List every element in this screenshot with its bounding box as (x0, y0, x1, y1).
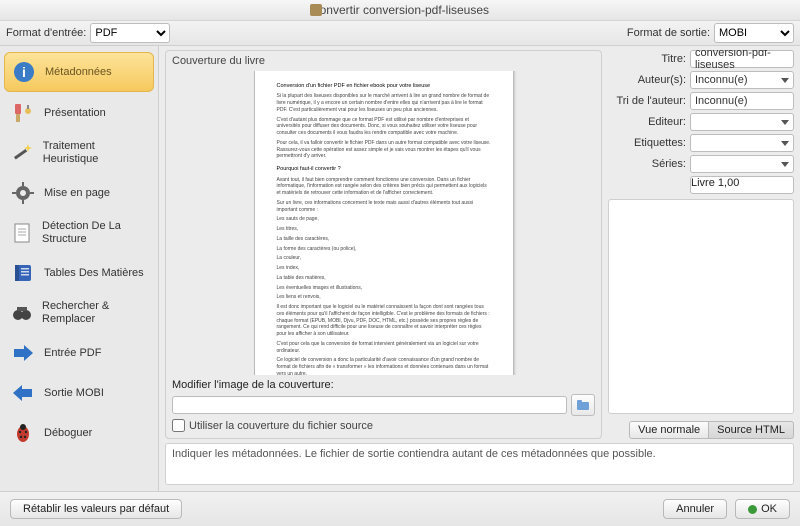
sidebar-item-mise-en-page[interactable]: Mise en page (4, 174, 154, 212)
gear-icon (10, 180, 36, 206)
sidebar-item-label: Rechercher & Remplacer (42, 300, 148, 325)
output-format-label: Format de sortie: (627, 27, 710, 39)
format-bar: Format d'entrée: PDF Format de sortie: M… (0, 21, 800, 46)
sidebar-item-sortie-mobi[interactable]: Sortie MOBI (4, 374, 154, 412)
sidebar-item-label: Métadonnées (45, 66, 112, 79)
editeur-label: Editeur: (608, 116, 686, 128)
meta-panel: Titre: conversion-pdf-liseuses Auteur(s)… (608, 50, 794, 439)
titre-label: Titre: (608, 53, 686, 65)
sidebar-item-label: Détection De La Structure (42, 220, 148, 245)
output-format-select[interactable]: MOBI (714, 23, 794, 43)
sidebar-item-label: Mise en page (44, 187, 110, 200)
cover-heading: Couverture du livre (172, 55, 595, 67)
sidebar-item-label: Entrée PDF (44, 347, 101, 360)
sidebar: i Métadonnées Présentation Traitement He… (0, 46, 159, 491)
titre-input[interactable]: conversion-pdf-liseuses (690, 50, 794, 68)
auteurs-label: Auteur(s): (608, 74, 686, 86)
input-format-select[interactable]: PDF (90, 23, 170, 43)
sidebar-item-traitement-heuristique[interactable]: Traitement Heuristique (4, 134, 154, 172)
app-icon (310, 4, 322, 16)
editeur-input[interactable] (690, 113, 794, 131)
etiquettes-label: Etiquettes: (608, 137, 686, 149)
brush-icon (10, 100, 36, 126)
annuler-button[interactable]: Annuler (663, 499, 727, 519)
series-index-input[interactable]: Livre 1,00 (690, 176, 794, 194)
titlebar: Convertir conversion-pdf-liseuses (0, 0, 800, 21)
folder-icon (576, 399, 590, 411)
sidebar-item-label: Traitement Heuristique (43, 140, 148, 165)
use-source-cover-checkbox[interactable] (172, 419, 185, 432)
bug-icon (10, 420, 36, 446)
svg-text:i: i (22, 64, 26, 80)
description-box: Indiquer les métadonnées. Le fichier de … (165, 443, 794, 485)
window-title: Convertir conversion-pdf-liseuses (311, 3, 489, 17)
comments-editor[interactable] (608, 199, 794, 414)
sidebar-item-deboguer[interactable]: Déboguer (4, 414, 154, 452)
use-source-cover-row[interactable]: Utiliser la couverture du fichier source (172, 419, 595, 432)
cover-preview: Conversion d'un fichier PDF en fichier e… (254, 71, 514, 375)
check-icon (748, 505, 757, 514)
ok-button[interactable]: OK (735, 499, 790, 519)
document-icon (10, 220, 34, 246)
use-source-cover-label: Utiliser la couverture du fichier source (189, 420, 373, 432)
sidebar-item-label: Présentation (44, 107, 106, 120)
arrow-left-icon (10, 380, 36, 406)
sidebar-item-label: Sortie MOBI (44, 387, 104, 400)
etiquettes-input[interactable] (690, 134, 794, 152)
sidebar-item-label: Tables Des Matières (44, 267, 144, 280)
view-normal-tab[interactable]: Vue normale (629, 421, 709, 439)
sidebar-item-metadonnees[interactable]: i Métadonnées (4, 52, 154, 92)
wand-icon (10, 140, 35, 166)
info-icon: i (11, 59, 37, 85)
binoculars-icon (10, 300, 34, 326)
sidebar-item-entree-pdf[interactable]: Entrée PDF (4, 334, 154, 372)
tri-auteur-label: Tri de l'auteur: (608, 95, 686, 107)
auteurs-input[interactable]: Inconnu(e) (690, 71, 794, 89)
series-input[interactable] (690, 155, 794, 173)
sidebar-item-rechercher-remplacer[interactable]: Rechercher & Remplacer (4, 294, 154, 332)
cover-panel: Couverture du livre Conversion d'un fich… (165, 50, 602, 439)
arrow-right-icon (10, 340, 36, 366)
book-icon (10, 260, 36, 286)
cover-path-input[interactable] (172, 396, 567, 414)
series-label: Séries: (608, 158, 686, 170)
restore-defaults-button[interactable]: Rétablir les valeurs par défaut (10, 499, 182, 519)
sidebar-item-tables-matieres[interactable]: Tables Des Matières (4, 254, 154, 292)
sidebar-item-label: Déboguer (44, 427, 92, 440)
footer: Rétablir les valeurs par défaut Annuler … (0, 491, 800, 526)
modify-cover-label: Modifier l'image de la couverture: (172, 379, 595, 391)
sidebar-item-presentation[interactable]: Présentation (4, 94, 154, 132)
input-format-label: Format d'entrée: (6, 27, 86, 39)
tri-auteur-input[interactable]: Inconnu(e) (690, 92, 794, 110)
view-source-html-tab[interactable]: Source HTML (709, 421, 794, 439)
browse-button[interactable] (571, 394, 595, 416)
sidebar-item-detection-structure[interactable]: Détection De La Structure (4, 214, 154, 252)
